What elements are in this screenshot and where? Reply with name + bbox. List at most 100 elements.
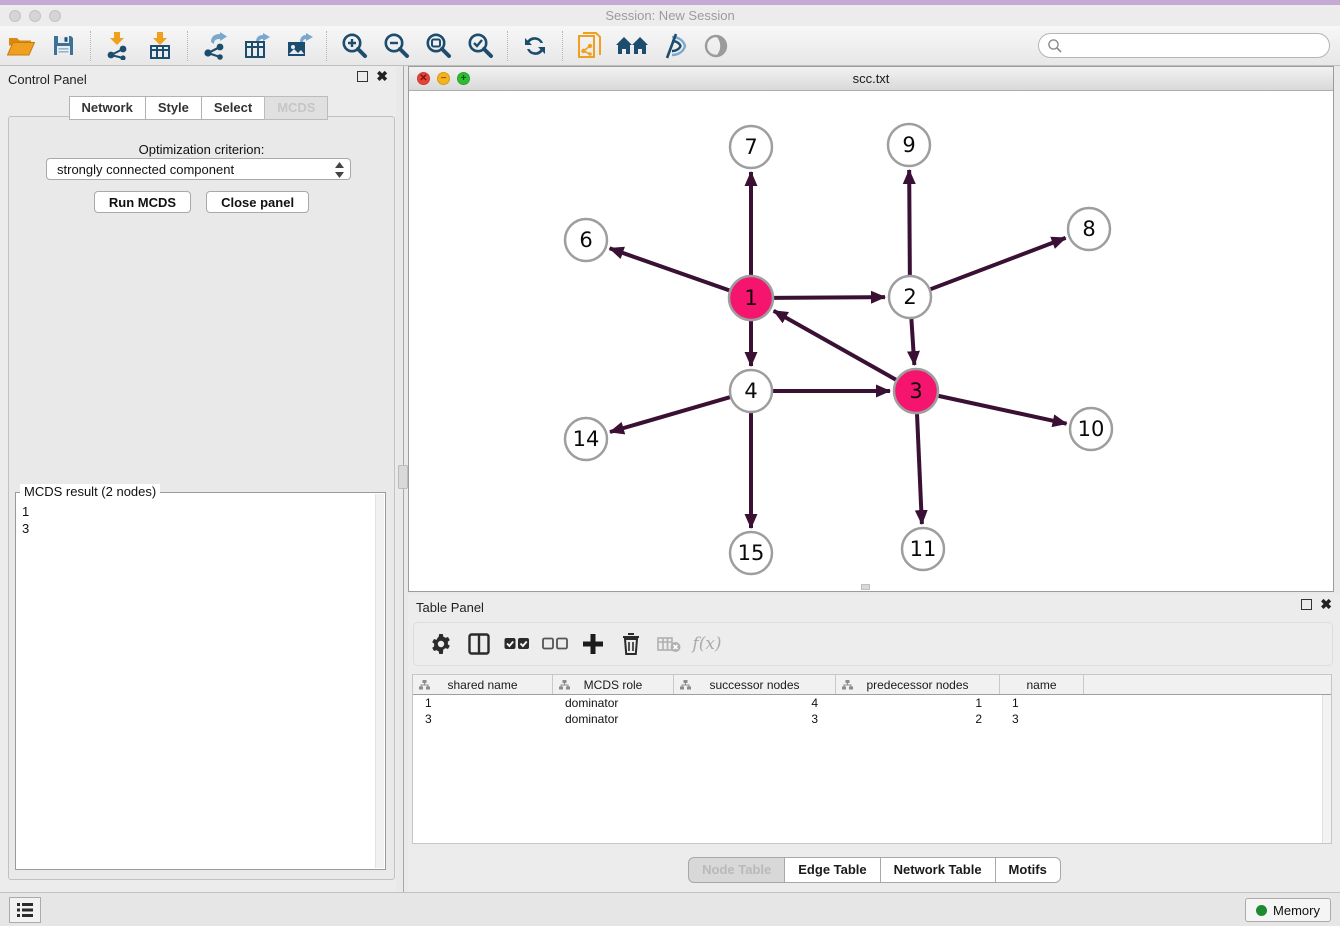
- mcds-result-scrollbar[interactable]: [375, 494, 384, 868]
- close-table-panel-icon[interactable]: ✖: [1320, 599, 1332, 610]
- edge-4-14[interactable]: [610, 397, 730, 432]
- edge-1-6[interactable]: [610, 248, 730, 290]
- cell-mcds-role[interactable]: dominator: [553, 712, 674, 726]
- export-image-icon[interactable]: [282, 30, 316, 62]
- cell-mcds-role[interactable]: dominator: [553, 696, 674, 710]
- show-graphics-details-icon[interactable]: [699, 30, 733, 62]
- application-window: Session: New Session: [0, 0, 1340, 926]
- memory-button[interactable]: Memory: [1245, 898, 1331, 922]
- node-label-11: 11: [910, 537, 937, 561]
- column-header-mcds-role[interactable]: MCDS role: [553, 675, 674, 694]
- column-header-predecessor-nodes[interactable]: predecessor nodes: [836, 675, 1000, 694]
- column-header-shared-name[interactable]: shared name: [413, 675, 553, 694]
- network-close-button[interactable]: ✕: [417, 72, 430, 85]
- tab-select[interactable]: Select: [201, 96, 265, 120]
- task-history-button[interactable]: [9, 897, 41, 923]
- node-label-3: 3: [909, 379, 922, 403]
- destroy-table-icon[interactable]: [654, 629, 684, 659]
- table-panel-header: Table Panel ✖: [408, 594, 1340, 620]
- network-canvas-svg: 7968124314101511: [409, 91, 1333, 591]
- network-window-titlebar[interactable]: ✕ − + scc.txt: [409, 67, 1333, 91]
- run-mcds-button[interactable]: Run MCDS: [94, 191, 191, 213]
- edge-1-2[interactable]: [774, 297, 885, 298]
- zoom-out-icon[interactable]: [379, 30, 413, 62]
- splitter-grip[interactable]: [398, 465, 408, 489]
- network-minimize-button[interactable]: −: [437, 72, 450, 85]
- unselect-all-icon[interactable]: [540, 629, 570, 659]
- search-box: [1038, 33, 1330, 58]
- float-table-panel-icon[interactable]: [1301, 599, 1312, 610]
- node-table: shared nameMCDS rolesuccessor nodesprede…: [412, 674, 1332, 844]
- delete-column-icon[interactable]: [616, 629, 646, 659]
- import-table-icon[interactable]: [143, 30, 177, 62]
- edge-2-3[interactable]: [911, 319, 914, 365]
- float-panel-icon[interactable]: [357, 71, 368, 82]
- cell-name[interactable]: 3: [1000, 712, 1084, 726]
- toolbar-separator: [187, 31, 188, 61]
- table-scrollbar[interactable]: [1322, 695, 1331, 843]
- tab-edge-table[interactable]: Edge Table: [784, 857, 880, 883]
- cell-predecessor-nodes[interactable]: 2: [836, 712, 1000, 726]
- first-neighbors-icon[interactable]: [615, 30, 649, 62]
- node-label-8: 8: [1082, 217, 1095, 241]
- tab-network[interactable]: Network: [69, 96, 146, 120]
- duplicate-network-icon[interactable]: [573, 30, 607, 62]
- column-header-successor-nodes[interactable]: successor nodes: [674, 675, 836, 694]
- node-table-header: shared nameMCDS rolesuccessor nodesprede…: [413, 675, 1331, 695]
- edge-2-8[interactable]: [931, 238, 1066, 289]
- export-table-icon[interactable]: [240, 30, 274, 62]
- network-bottom-grip[interactable]: [861, 584, 870, 590]
- settings-gear-icon[interactable]: [426, 629, 456, 659]
- network-maximize-button[interactable]: +: [457, 72, 470, 85]
- mcds-result-line: 1: [22, 503, 373, 520]
- function-builder-icon[interactable]: f(x): [692, 629, 722, 659]
- optimization-criterion-label: Optimization criterion:: [9, 142, 394, 157]
- select-stepper-icon: [335, 162, 344, 178]
- optimization-criterion-select[interactable]: strongly connected component: [46, 158, 351, 180]
- table-row[interactable]: 1dominator411: [413, 695, 1331, 711]
- cell-name[interactable]: 1: [1000, 696, 1084, 710]
- status-bar: Memory: [0, 892, 1340, 926]
- export-network-icon[interactable]: [198, 30, 232, 62]
- zoom-selected-icon[interactable]: [463, 30, 497, 62]
- sort-hierarchy-icon: [419, 680, 430, 690]
- toolbar-separator: [90, 31, 91, 61]
- cell-successor-nodes[interactable]: 4: [674, 696, 836, 710]
- save-session-icon[interactable]: [46, 30, 80, 62]
- close-panel-button[interactable]: Close panel: [206, 191, 309, 213]
- column-visibility-icon[interactable]: [464, 629, 494, 659]
- cell-successor-nodes[interactable]: 3: [674, 712, 836, 726]
- refresh-icon[interactable]: [518, 30, 552, 62]
- tab-style[interactable]: Style: [145, 96, 202, 120]
- add-column-icon[interactable]: [578, 629, 608, 659]
- column-header-name[interactable]: name: [1000, 675, 1084, 694]
- zoom-in-icon[interactable]: [337, 30, 371, 62]
- table-panel: Table Panel ✖: [408, 594, 1340, 892]
- mcds-result-list[interactable]: 13: [22, 503, 373, 867]
- network-canvas[interactable]: 7968124314101511: [409, 91, 1333, 591]
- import-network-icon[interactable]: [101, 30, 135, 62]
- tab-motifs[interactable]: Motifs: [995, 857, 1061, 883]
- cell-shared-name[interactable]: 3: [413, 712, 553, 726]
- edge-2-9[interactable]: [909, 170, 910, 275]
- edge-3-11[interactable]: [917, 414, 922, 524]
- cell-shared-name[interactable]: 1: [413, 696, 553, 710]
- hide-graphics-details-icon[interactable]: [657, 30, 691, 62]
- edge-3-1[interactable]: [774, 311, 896, 380]
- zoom-fit-icon[interactable]: [421, 30, 455, 62]
- tab-mcds[interactable]: MCDS: [264, 96, 328, 120]
- node-label-7: 7: [744, 135, 757, 159]
- tab-node-table[interactable]: Node Table: [688, 857, 785, 883]
- edge-3-10[interactable]: [938, 396, 1066, 424]
- node-label-9: 9: [902, 133, 915, 157]
- open-file-icon[interactable]: [4, 30, 38, 62]
- window-title: Session: New Session: [0, 8, 1340, 23]
- search-input[interactable]: [1038, 33, 1330, 58]
- tab-network-table[interactable]: Network Table: [880, 857, 996, 883]
- vertical-splitter[interactable]: [396, 66, 408, 892]
- cell-predecessor-nodes[interactable]: 1: [836, 696, 1000, 710]
- select-all-icon[interactable]: [502, 629, 532, 659]
- table-row[interactable]: 3dominator323: [413, 711, 1331, 727]
- close-panel-icon[interactable]: ✖: [376, 71, 388, 82]
- node-label-2: 2: [903, 285, 916, 309]
